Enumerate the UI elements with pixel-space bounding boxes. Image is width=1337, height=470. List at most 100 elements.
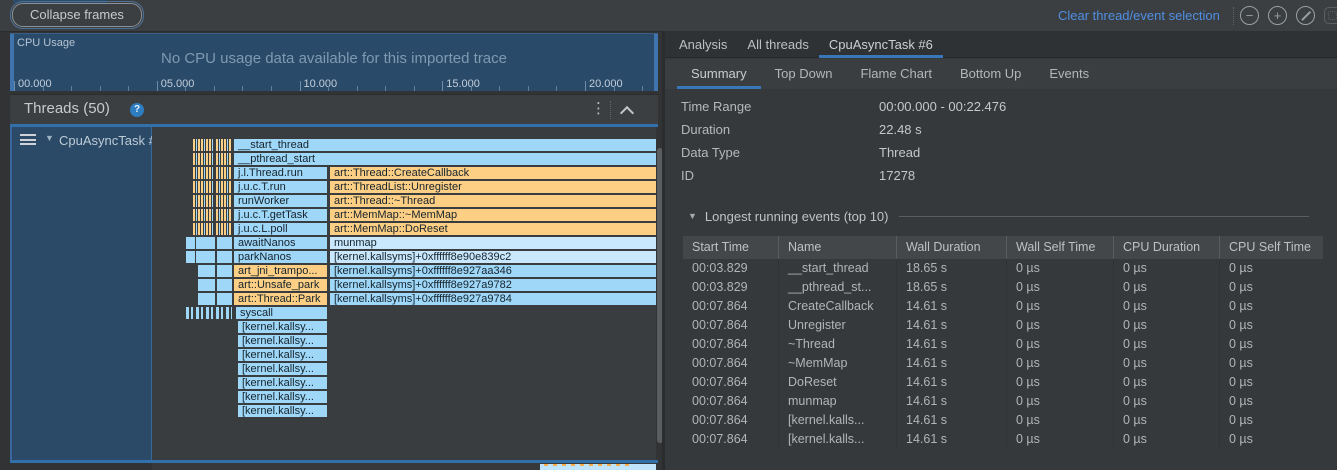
flame-chart[interactable]: __start_thread __pthread_start j.l.Thread.… — [152, 127, 656, 460]
flame-bar[interactable] — [198, 265, 215, 277]
flame-bar[interactable] — [196, 251, 215, 263]
table-header-cell[interactable]: CPU Self Time — [1219, 236, 1323, 259]
event-strip[interactable] — [193, 195, 213, 207]
flame-bar[interactable]: [kernel.kallsy... — [238, 349, 327, 361]
flame-bar[interactable]: art::Thread::CreateCallback — [330, 167, 656, 179]
event-strip[interactable] — [216, 195, 232, 207]
event-strip[interactable] — [193, 153, 213, 165]
flame-bar[interactable]: j.u.c.T.run — [234, 181, 327, 193]
table-header-cell[interactable]: Name — [778, 236, 896, 259]
flame-bar[interactable]: parkNanos — [234, 251, 327, 263]
table-header-cell[interactable]: Start Time — [683, 236, 778, 259]
event-strip[interactable] — [216, 139, 232, 151]
flame-bar[interactable]: __pthread_start — [234, 153, 656, 165]
next-thread-events-strip[interactable] — [540, 464, 656, 470]
table-row[interactable]: 00:07.864[kernel.kalls...14.61 s0 µs0 µs… — [683, 411, 1323, 430]
flame-bar[interactable] — [217, 237, 232, 249]
flame-bar[interactable]: [kernel.kallsy... — [238, 377, 327, 389]
event-strip[interactable] — [216, 167, 232, 179]
kebab-menu-icon[interactable]: ⋮ — [591, 99, 606, 117]
flame-bar[interactable]: [kernel.kallsyms]+0xffffff8e927a9784 — [330, 293, 656, 305]
event-strip[interactable] — [216, 223, 232, 235]
table-row[interactable]: 00:03.829__pthread_st...18.65 s0 µs0 µs0… — [683, 278, 1323, 297]
flame-bar[interactable]: [kernel.kallsyms]+0xffffff8e927aa346 — [330, 265, 656, 277]
flame-bar[interactable]: art::MemMap::~MemMap — [330, 209, 656, 221]
event-strip[interactable] — [193, 209, 213, 221]
flame-bar[interactable]: [kernel.kallsyms]+0xffffff8e90e839c2 — [330, 251, 656, 263]
cpu-usage-panel[interactable]: CPU Usage No CPU usage data available fo… — [10, 33, 658, 91]
tab-all-threads[interactable]: All threads — [737, 31, 818, 58]
table-header-cell[interactable]: CPU Duration — [1113, 236, 1219, 259]
event-strip[interactable] — [193, 223, 213, 235]
subtab-summary[interactable]: Summary — [677, 59, 761, 89]
flame-bar[interactable] — [198, 279, 215, 291]
flame-bar[interactable]: munmap — [330, 237, 656, 249]
flame-bar[interactable]: [kernel.kallsyms]+0xffffff8e927a9782 — [330, 279, 656, 291]
table-cell: __start_thread — [778, 259, 896, 278]
flame-bar[interactable]: art::ThreadList::Unregister — [330, 181, 656, 193]
subtab-flame-chart[interactable]: Flame Chart — [846, 59, 946, 89]
clear-selection-link[interactable]: Clear thread/event selection — [1058, 8, 1220, 23]
zoom-in-icon[interactable]: + — [1268, 6, 1287, 25]
axis-tick — [14, 81, 15, 91]
flame-bar[interactable] — [217, 293, 232, 305]
flame-bar[interactable]: art::Thread::Park — [234, 293, 327, 305]
event-strip[interactable] — [193, 181, 213, 193]
flame-bar[interactable]: __start_thread — [234, 139, 656, 151]
table-row[interactable]: 00:07.864[kernel.kalls...14.61 s0 µs0 µs… — [683, 430, 1323, 449]
reset-zoom-icon[interactable] — [1296, 6, 1315, 25]
flame-bar[interactable] — [217, 265, 232, 277]
help-icon[interactable]: ? — [130, 103, 144, 117]
table-row[interactable]: 00:07.864~Thread14.61 s0 µs0 µs0 µs — [683, 335, 1323, 354]
table-row[interactable]: 00:07.864DoReset14.61 s0 µs0 µs0 µs — [683, 373, 1323, 392]
subtab-bottom-up[interactable]: Bottom Up — [946, 59, 1035, 89]
thread-list-item[interactable]: ▼ CpuAsyncTask #6 — [10, 127, 152, 460]
table-row[interactable]: 00:07.864Unregister14.61 s0 µs0 µs0 µs — [683, 316, 1323, 335]
event-strip[interactable] — [193, 167, 213, 179]
flame-bar[interactable]: [kernel.kallsy... — [238, 363, 327, 375]
tab-analysis[interactable]: Analysis — [669, 31, 737, 58]
collapse-panel-icon[interactable] — [620, 106, 634, 120]
flame-bar[interactable] — [217, 251, 232, 263]
table-header-cell[interactable]: Wall Self Time — [1006, 236, 1113, 259]
flame-bar[interactable]: art::Unsafe_park — [234, 279, 327, 291]
event-strip[interactable] — [186, 307, 232, 319]
flame-bar[interactable]: syscall — [236, 307, 327, 319]
drag-handle-icon[interactable] — [20, 134, 36, 148]
flame-bar[interactable] — [186, 251, 195, 263]
zoom-to-selection-icon[interactable] — [1324, 7, 1337, 24]
table-header-cell[interactable]: Wall Duration — [896, 236, 1006, 259]
summary-field-label: ID — [681, 164, 879, 187]
tab-cpuasynctask-6[interactable]: CpuAsyncTask #6 — [819, 31, 943, 58]
flame-bar[interactable]: art::MemMap::DoReset — [330, 223, 656, 235]
flame-bar[interactable]: [kernel.kallsy... — [238, 335, 327, 347]
collapse-frames-button[interactable]: Collapse frames — [12, 3, 142, 27]
event-strip[interactable] — [216, 209, 232, 221]
flame-bar[interactable]: runWorker — [234, 195, 327, 207]
event-strip[interactable] — [216, 181, 232, 193]
table-row[interactable]: 00:03.829__start_thread18.65 s0 µs0 µs0 … — [683, 259, 1323, 278]
flame-bar[interactable] — [217, 279, 232, 291]
flame-bar[interactable] — [198, 293, 215, 305]
subtab-top-down[interactable]: Top Down — [761, 59, 847, 89]
subtab-events[interactable]: Events — [1035, 59, 1103, 89]
flame-bar[interactable]: [kernel.kallsy... — [238, 391, 327, 403]
flame-bar[interactable]: art::Thread::~Thread — [330, 195, 656, 207]
flame-bar[interactable]: [kernel.kallsy... — [238, 405, 327, 417]
event-strip[interactable] — [216, 153, 232, 165]
flame-bar[interactable]: art_jni_trampo... — [234, 265, 327, 277]
table-row[interactable]: 00:07.864~MemMap14.61 s0 µs0 µs0 µs — [683, 354, 1323, 373]
zoom-out-icon[interactable]: − — [1240, 6, 1259, 25]
flame-bar[interactable] — [196, 237, 215, 249]
table-row[interactable]: 00:07.864munmap14.61 s0 µs0 µs0 µs — [683, 392, 1323, 411]
flame-bar[interactable]: j.u.c.T.getTask — [234, 209, 327, 221]
event-strip[interactable] — [193, 139, 213, 151]
section-collapse-triangle-icon[interactable]: ▼ — [688, 211, 697, 221]
flame-bar[interactable]: j.u.c.L.poll — [234, 223, 327, 235]
table-row[interactable]: 00:07.864CreateCallback14.61 s0 µs0 µs0 … — [683, 297, 1323, 316]
flame-bar[interactable]: awaitNanos — [234, 237, 327, 249]
flame-bar[interactable] — [186, 237, 195, 249]
flame-bar[interactable]: [kernel.kallsy... — [238, 321, 327, 333]
flame-bar[interactable]: j.l.Thread.run — [234, 167, 327, 179]
expand-triangle-icon[interactable]: ▼ — [45, 133, 54, 143]
